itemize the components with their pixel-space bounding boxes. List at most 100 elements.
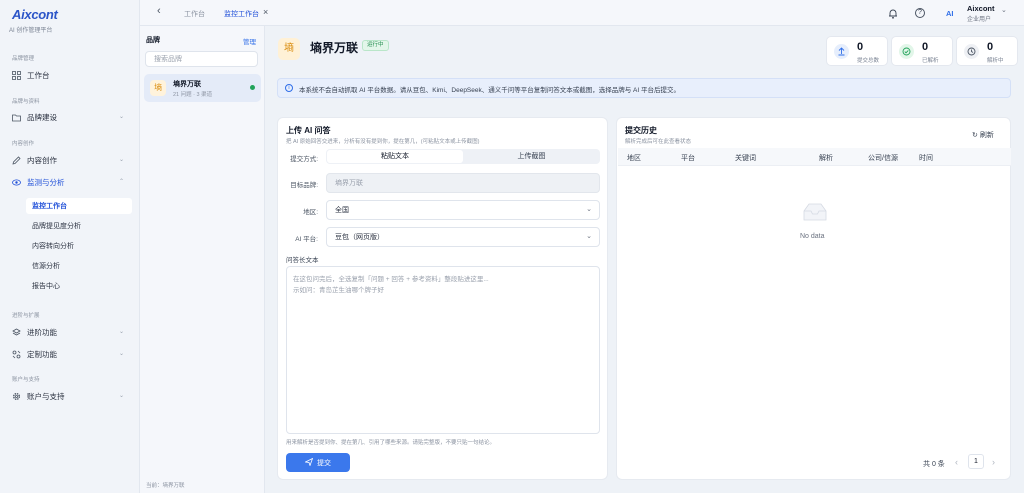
topbar: ‹ 工作台 监控工作台 × ? AI Aixcont 企业用户 ⌄ [140,0,1024,26]
status-dot [250,85,255,90]
sidebar-subitem-source-analysis[interactable]: 信源分析 [26,258,132,274]
chevron-down-icon: ⌄ [118,157,124,163]
page-title: 墒界万联 [310,41,359,55]
sidebar-item-account[interactable]: 账户与支持 ⌄ [8,388,132,405]
puzzle-icon [12,350,21,359]
gear-icon [12,392,21,401]
section-label: 品牌管理 [12,56,35,62]
col-keyword: 关键词 [735,155,756,162]
section-label: 账户与支持 [12,377,40,383]
clock-icon [964,44,979,59]
platform-label: AI 平台: [295,236,318,243]
brand-search-input[interactable]: 搜索品牌 [145,51,258,67]
col-parse: 解析 [819,155,833,162]
col-platform: 平台 [681,155,695,162]
chevron-down-icon[interactable]: ⌄ [1001,6,1007,14]
next-page-button[interactable]: › [992,457,995,467]
submit-button[interactable]: 提交 [286,453,350,472]
platform-select[interactable]: 豆包（网页版） ⌄ [326,227,600,247]
sidebar-item-label: 监测与分析 [27,178,65,187]
section-label: 内容创作 [12,141,35,147]
close-icon[interactable]: × [263,7,268,17]
method-segmented: 粘贴文本 上传截图 [326,149,600,164]
send-icon [304,457,314,468]
method-upload-tab[interactable]: 上传截图 [464,150,599,163]
layers-icon [12,328,21,337]
text-label: 问答长文本 [286,257,319,264]
ai-badge: AI [946,9,954,18]
stat-parsing: 0 解析中 [956,36,1018,66]
sidebar-item-monitoring[interactable]: 监测与分析 ⌃ [8,174,132,191]
brand-panel-title: 品牌 [146,37,160,44]
check-icon [899,44,914,59]
col-time: 时间 [919,155,933,162]
upload-card: 上传 AI 问答 把 AI 原始回答交进来，分析有没有提到你，提在第几，(可粘贴… [277,117,608,480]
col-region: 地区 [627,155,641,162]
refresh-button[interactable]: ↻ 刷新 [972,130,994,140]
sidebar-subitem-report-center[interactable]: 报告中心 [26,278,132,294]
qa-textarea[interactable]: 在这包问完后，全选复制「问题 + 回答 + 参考资料」整段贴进这里... 示如问… [286,266,600,434]
sidebar-item-advanced[interactable]: 进阶功能 ⌄ [8,324,132,341]
sidebar-item-label: 账户与支持 [27,392,65,401]
sidebar-item-label: 品牌建设 [27,113,57,122]
eye-icon [12,178,21,187]
total-count: 共 0 条 [923,461,945,468]
sidebar-subitem-monitor-workbench[interactable]: 监控工作台 [26,198,132,214]
prev-page-button[interactable]: ‹ [955,457,958,467]
refresh-icon: ↻ [972,132,978,139]
history-desc: 解析完成后可在此查看状态 [625,139,692,145]
tab-workbench[interactable]: 工作台 [184,9,205,19]
sidebar-item-custom[interactable]: 定制功能 ⌄ [8,346,132,363]
sidebar-item-label: 工作台 [27,71,50,80]
sidebar-item-brand-building[interactable]: 品牌建设 ⌄ [8,109,132,126]
stat-parsed: 0 已解析 [891,36,953,66]
tab-monitor-workbench[interactable]: 监控工作台 [224,9,259,19]
upload-icon [834,44,849,59]
sidebar-item-content-creation[interactable]: 内容创作 ⌄ [8,152,132,169]
page-number[interactable]: 1 [968,454,984,469]
help-icon[interactable]: ? [915,8,925,18]
manage-link[interactable]: 管理 [243,36,256,46]
upload-hint: 用来解析是否提到你、提在第几、引用了哪些来源。请贴完整版，不要只贴一句结论。 [286,440,496,446]
status-badge: 运行中 [362,40,389,51]
grid-icon [12,71,21,80]
bell-icon[interactable] [888,8,898,21]
target-brand-field: 墒界万联 [326,173,600,193]
sidebar-subitem-content-direction[interactable]: 内容转向分析 [26,238,132,254]
section-label: 进阶与扩展 [12,313,40,319]
pen-icon [12,156,21,165]
brand-meta: 21 问题 · 3 渠道 [173,92,213,98]
app-logo: Aixcont [12,7,58,22]
sidebar-item-workbench[interactable]: 工作台 [8,67,132,84]
brand-panel-footer: 当前：墒界万联 [146,483,185,489]
sidebar: Aixcont AI 创作管理平台 品牌管理 工作台 品牌与资料 品牌建设 ⌄ … [0,0,140,493]
info-icon: i [285,84,293,92]
folder-icon [12,113,21,122]
region-select[interactable]: 全国 ⌄ [326,200,600,220]
upload-title: 上传 AI 问答 [286,126,331,135]
back-button[interactable]: ‹ [157,5,161,17]
brand-list-item[interactable]: 墒 墒界万联 21 问题 · 3 渠道 [144,74,261,102]
header-brand-avatar: 墒 [278,38,300,60]
chevron-down-icon: ⌄ [118,329,124,335]
chevron-down-icon: ⌄ [118,351,124,357]
empty-text: No data [800,233,825,240]
notice-text: 本系统不会自动抓取 AI 平台数据。请从豆包、Kimi、DeepSeek、通义千… [299,87,680,94]
brand-panel: 品牌 管理 搜索品牌 墒 墒界万联 21 问题 · 3 渠道 当前：墒界万联 [140,26,265,493]
history-title: 提交历史 [625,126,657,135]
chevron-up-icon: ⌃ [118,179,124,185]
method-label: 提交方式: [290,156,318,163]
brand-label: 目标品牌: [290,182,318,189]
method-paste-tab[interactable]: 粘贴文本 [327,150,463,163]
sidebar-subitem-visibility[interactable]: 品牌提见度分析 [26,218,132,234]
user-role: 企业用户 [967,17,992,23]
stat-total: 0 提交总数 [826,36,888,66]
history-card: 提交历史 解析完成后可在此查看状态 ↻ 刷新 地区 平台 关键词 解析 公司/信… [616,117,1011,480]
user-name[interactable]: Aixcont [967,4,995,13]
brand-name: 墒界万联 [173,81,201,88]
empty-box-icon [801,201,829,225]
upload-desc: 把 AI 原始回答交进来，分析有没有提到你，提在第几，(可粘贴文本或上传截图) [286,139,480,145]
chevron-down-icon: ⌄ [118,393,124,399]
sidebar-item-label: 定制功能 [27,350,57,359]
chevron-down-icon: ⌄ [586,233,592,240]
